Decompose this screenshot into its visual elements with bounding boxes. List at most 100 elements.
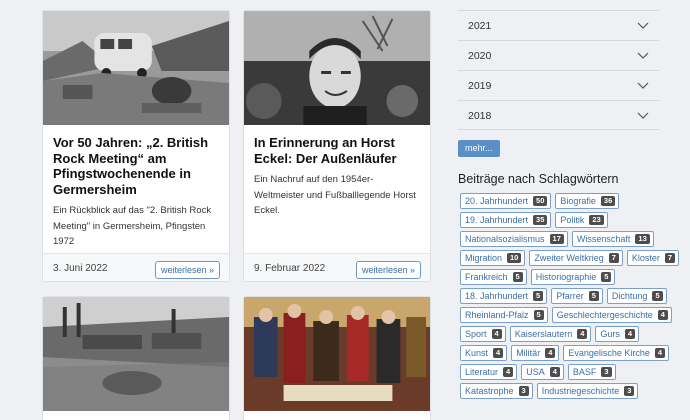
tag-label: Frankreich — [465, 272, 508, 282]
archive-year-2019[interactable]: 2019 — [458, 70, 659, 100]
chevron-down-icon — [637, 22, 649, 29]
tag-label: Industriegeschichte — [541, 386, 620, 396]
chevron-down-icon — [637, 52, 649, 59]
tag-label: USA — [526, 367, 545, 377]
tag-count-badge: 5 — [533, 310, 544, 320]
archive-year-label: 2021 — [468, 20, 492, 32]
tag-link[interactable]: BASF 3 — [567, 364, 616, 380]
article-image-portrait[interactable] — [244, 11, 430, 125]
chevron-down-icon — [637, 112, 649, 119]
tag-link[interactable]: Militär 4 — [511, 345, 560, 361]
tag-link[interactable]: 18. Jahrhundert 5 — [460, 288, 548, 304]
tag-label: Wissenschaft — [576, 234, 631, 244]
tag-count-badge: 4 — [545, 348, 556, 358]
tag-link[interactable]: Kaiserslautern 4 — [509, 326, 592, 342]
article-title[interactable]: In Erinnerung an Horst Eckel: Der Außenl… — [254, 135, 420, 166]
article-card: In Erinnerung an Horst Eckel: Der Außenl… — [243, 10, 431, 282]
tag-link[interactable]: Pfarrer 5 — [551, 288, 603, 304]
tag-link[interactable]: Wissenschaft 13 — [571, 231, 654, 247]
archive-year-2021[interactable]: 2021 — [458, 10, 659, 40]
tag-link[interactable]: Frankreich 5 — [460, 269, 527, 285]
tag-count-badge: 4 — [503, 367, 514, 377]
archive-year-label: 2019 — [468, 80, 492, 92]
tag-label: Nationalsozialismus — [465, 234, 545, 244]
tag-label: Historiographie — [535, 272, 597, 282]
tag-count-badge: 35 — [533, 215, 548, 225]
tag-count-badge: 36 — [600, 196, 616, 206]
tag-count-badge: 5 — [652, 291, 663, 301]
tag-cloud: 20. Jahrhundert 50 Biografie 36 19. Jahrhund… — [460, 193, 685, 399]
article-card — [42, 296, 230, 420]
tag-label: Migration — [465, 253, 503, 263]
article-image-painting[interactable] — [244, 297, 430, 411]
tag-count-badge: 10 — [507, 253, 522, 263]
tag-link[interactable]: Katastrophe 3 — [460, 383, 533, 399]
tag-link[interactable]: Zweiter Weltkrieg 7 — [529, 250, 623, 266]
article-image-industry[interactable] — [43, 297, 229, 411]
tag-link[interactable]: Geschlechtergeschichte 4 — [551, 307, 672, 323]
chevron-down-icon — [637, 82, 649, 89]
article-date: 9. Februar 2022 — [254, 263, 326, 274]
tag-count-badge: 23 — [589, 215, 604, 225]
tag-link[interactable]: Sport 4 — [460, 326, 506, 342]
tag-link[interactable]: 20. Jahrhundert 50 — [460, 193, 552, 209]
article-excerpt: Ein Nachruf auf den 1954er-Weltmeister u… — [254, 174, 416, 216]
article-date: 3. Juni 2022 — [53, 263, 108, 274]
tag-label: Literatur — [465, 367, 499, 377]
tag-link[interactable]: 19. Jahrhundert 35 — [460, 212, 552, 228]
article-title[interactable]: Vor 50 Jahren: „2. British Rock Meeting“… — [53, 135, 219, 197]
tag-count-badge: 4 — [657, 310, 668, 320]
article-card: Vor 50 Jahren: „2. British Rock Meeting“… — [42, 10, 230, 282]
read-more-button[interactable]: weiterlesen » — [154, 261, 220, 279]
tag-count-badge: 17 — [549, 234, 564, 244]
card-footer: 9. Februar 2022 weiterlesen » — [244, 253, 430, 281]
tag-label: Kunst — [465, 348, 489, 358]
tag-link[interactable]: Evangelische Kirche 4 — [563, 345, 670, 361]
archive-year-2020[interactable]: 2020 — [458, 40, 659, 70]
tag-count-badge: 4 — [549, 367, 560, 377]
tag-count-badge: 5 — [512, 272, 523, 282]
article-excerpt: Ein Rückblick auf das "2. British Rock M… — [53, 205, 212, 247]
tags-heading: Beiträge nach Schlagwörtern — [458, 172, 619, 186]
tag-count-badge: 3 — [601, 367, 612, 377]
archive-year-label: 2020 — [468, 50, 492, 62]
tag-link[interactable]: USA 4 — [521, 364, 564, 380]
archive-year-label: 2018 — [468, 110, 492, 122]
archive-year-2018[interactable]: 2018 — [458, 100, 659, 130]
card-footer: 3. Juni 2022 weiterlesen » — [43, 253, 229, 281]
tag-link[interactable]: Kunst 4 — [460, 345, 508, 361]
tag-count-badge: 4 — [577, 329, 588, 339]
tag-link[interactable]: Literatur 4 — [460, 364, 518, 380]
tag-link[interactable]: Industriegeschichte 3 — [536, 383, 639, 399]
article-image-camp[interactable] — [43, 11, 229, 125]
tag-label: 18. Jahrhundert — [465, 291, 529, 301]
tag-label: Zweiter Weltkrieg — [534, 253, 604, 263]
tag-count-badge: 3 — [624, 386, 635, 396]
tag-link[interactable]: Dichtung 5 — [606, 288, 667, 304]
read-more-button[interactable]: weiterlesen » — [355, 261, 421, 279]
tag-label: 20. Jahrhundert — [465, 196, 529, 206]
tag-label: Pfarrer — [556, 291, 584, 301]
tag-label: Politik — [560, 215, 585, 225]
tag-count-badge: 13 — [635, 234, 650, 244]
tag-link[interactable]: Kloster 7 — [626, 250, 680, 266]
tag-label: Biografie — [560, 196, 596, 206]
tag-link[interactable]: Politik 23 — [555, 212, 608, 228]
tag-label: Evangelische Kirche — [568, 348, 650, 358]
tag-label: Sport — [465, 329, 487, 339]
tag-link[interactable]: Migration 10 — [460, 250, 526, 266]
archive-more-button[interactable]: mehr... — [458, 140, 500, 157]
tag-label: Kloster — [631, 253, 660, 263]
tag-count-badge: 5 — [588, 291, 599, 301]
tag-count-badge: 4 — [654, 348, 666, 358]
tag-link[interactable]: Gurs 4 — [595, 326, 640, 342]
tag-link[interactable]: Biografie 36 — [555, 193, 620, 209]
tag-count-badge: 50 — [533, 196, 548, 206]
tag-count-badge: 5 — [601, 272, 612, 282]
tag-link[interactable]: Rheinland-Pfalz 5 — [460, 307, 548, 323]
tag-link[interactable]: Historiographie 5 — [530, 269, 616, 285]
tag-link[interactable]: Nationalsozialismus 17 — [460, 231, 568, 247]
tag-label: Katastrophe — [465, 386, 514, 396]
article-card — [243, 296, 431, 420]
tag-count-badge: 4 — [493, 348, 504, 358]
